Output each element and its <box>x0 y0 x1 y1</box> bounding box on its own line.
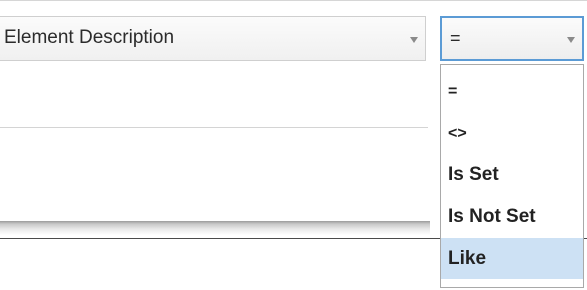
dropdown-option-label: Is Not Set <box>448 206 536 227</box>
dropdown-option-label: Is Set <box>448 164 499 185</box>
chevron-down-icon[interactable] <box>410 37 418 43</box>
dropdown-option-label: = <box>448 83 458 100</box>
operator-dropdown-list: = <> Is Set Is Not Set Like <box>440 64 584 288</box>
dropdown-option-not-equals[interactable]: <> <box>441 112 583 153</box>
top-border <box>0 0 587 1</box>
field-select-value: Element Description <box>4 27 175 48</box>
chevron-down-icon[interactable] <box>567 37 575 43</box>
dropdown-option-label: Like <box>448 248 487 269</box>
dropdown-option-is-set[interactable]: Is Set <box>441 154 583 195</box>
dropdown-option-label: <> <box>448 125 467 142</box>
panel-shadow <box>0 221 430 235</box>
dropdown-option-like[interactable]: Like <box>441 238 583 279</box>
operator-select[interactable]: = <box>440 16 584 61</box>
operator-select-value: = <box>450 28 461 48</box>
dropdown-option-is-not-set[interactable]: Is Not Set <box>441 196 583 237</box>
dropdown-option-equals[interactable]: = <box>441 70 583 111</box>
divider <box>0 127 428 128</box>
field-select[interactable]: Element Description <box>0 16 426 61</box>
